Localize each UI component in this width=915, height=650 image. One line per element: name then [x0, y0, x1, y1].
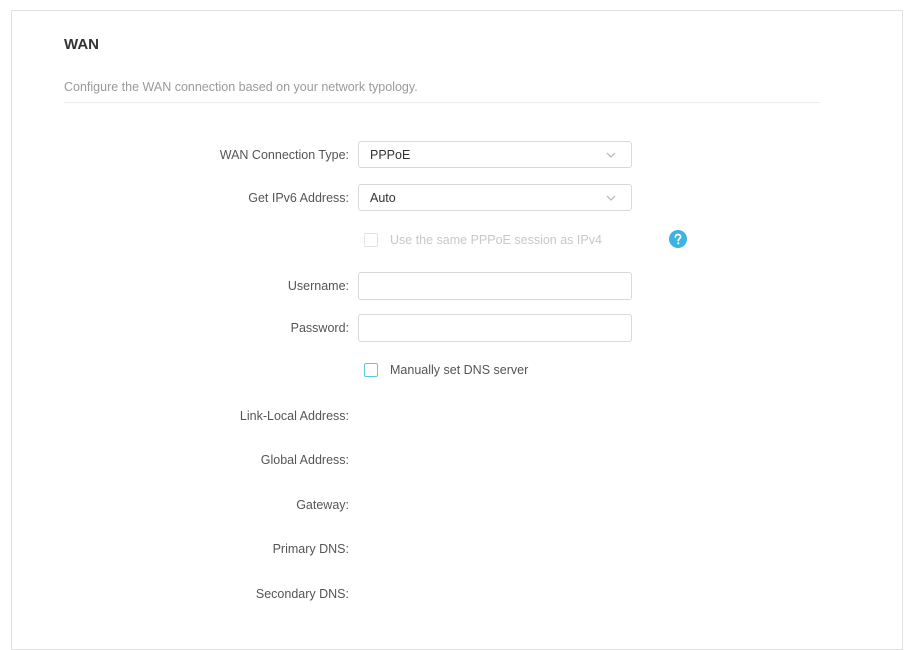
- ipv6-address-value: Auto: [370, 191, 396, 205]
- username-label: Username:: [287, 279, 349, 293]
- same-session-label: Use the same PPPoE session as IPv4: [390, 233, 602, 247]
- secondary-dns-label: Secondary DNS:: [255, 587, 349, 601]
- username-input[interactable]: [358, 272, 632, 300]
- ipv6-address-select[interactable]: Auto: [358, 184, 632, 211]
- password-input[interactable]: [358, 314, 632, 342]
- manual-dns-checkbox[interactable]: [364, 363, 378, 377]
- section-title: WAN: [64, 36, 99, 53]
- link-local-address-label: Link-Local Address:: [239, 409, 349, 423]
- primary-dns-label: Primary DNS:: [272, 542, 349, 556]
- global-address-label: Global Address:: [260, 453, 349, 467]
- connection-type-label: WAN Connection Type:: [219, 148, 349, 162]
- connection-type-value: PPPoE: [370, 148, 411, 162]
- password-label: Password:: [290, 321, 349, 335]
- connection-type-select[interactable]: PPPoE: [358, 141, 632, 168]
- ipv6-address-label: Get IPv6 Address:: [248, 191, 349, 205]
- section-description: Configure the WAN connection based on yo…: [64, 80, 418, 94]
- chevron-down-icon: [606, 152, 616, 158]
- manual-dns-label: Manually set DNS server: [390, 363, 529, 377]
- gateway-label: Gateway:: [296, 498, 349, 512]
- chevron-down-icon: [606, 195, 616, 201]
- question-mark-icon[interactable]: [669, 230, 687, 248]
- section-divider: [64, 102, 820, 103]
- same-session-checkbox: [364, 233, 378, 247]
